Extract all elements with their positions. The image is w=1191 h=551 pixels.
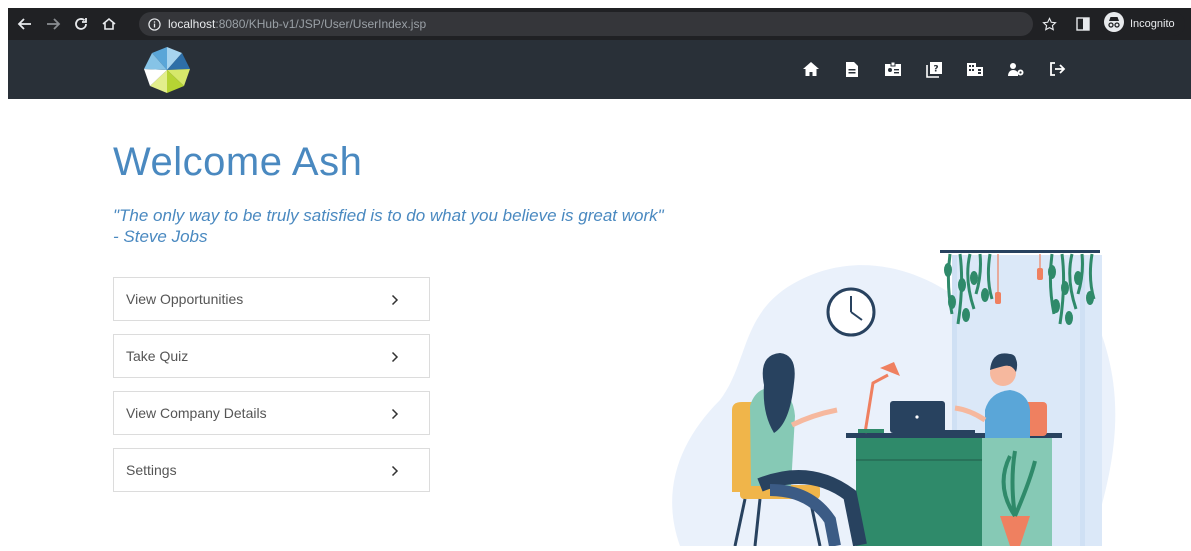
forward-arrow-icon[interactable] [42, 13, 64, 35]
quiz-book-icon[interactable]: ? [923, 58, 945, 80]
welcome-heading: Welcome Ash [113, 140, 363, 184]
id-badge-icon[interactable] [882, 58, 904, 80]
url-host: localhost [168, 17, 216, 31]
quote-block: "The only way to be truly satisfied is t… [113, 205, 664, 247]
quote-text: "The only way to be truly satisfied is t… [113, 206, 664, 225]
document-icon[interactable] [841, 58, 863, 80]
menu-item-label: Settings [126, 462, 177, 478]
svg-text:?: ? [933, 64, 938, 74]
chevron-right-icon [391, 407, 401, 420]
home-icon[interactable] [98, 13, 120, 35]
reload-icon[interactable] [70, 13, 92, 35]
view-company-details-button[interactable]: View Company Details [113, 391, 430, 435]
incognito-icon [1104, 11, 1124, 37]
chevron-right-icon [391, 293, 401, 306]
browser-toolbar: localhost:8080/KHub-v1/JSP/User/UserInde… [8, 8, 1191, 40]
back-arrow-icon[interactable] [14, 13, 36, 35]
menu-item-label: View Opportunities [126, 291, 244, 307]
view-opportunities-button[interactable]: View Opportunities [113, 277, 430, 321]
settings-button[interactable]: Settings [113, 448, 430, 492]
url-text: localhost:8080/KHub-v1/JSP/User/UserInde… [168, 17, 426, 31]
menu-item-label: Take Quiz [126, 348, 189, 364]
incognito-badge[interactable]: Incognito [1100, 11, 1185, 37]
khub-logo[interactable] [142, 47, 192, 93]
quote-author: - Steve Jobs [113, 227, 208, 246]
header-nav: ? [800, 58, 1087, 80]
curtain-rod [940, 250, 1100, 253]
building-icon[interactable] [964, 58, 986, 80]
app-header: ? [8, 40, 1191, 99]
user-gear-icon[interactable] [1005, 58, 1027, 80]
side-panel-icon[interactable] [1072, 13, 1094, 35]
office-illustration [660, 240, 1120, 548]
logout-icon[interactable] [1046, 58, 1068, 80]
action-menu: View Opportunities Take Quiz View Compan… [113, 277, 430, 505]
star-icon[interactable] [1038, 13, 1060, 35]
chevron-right-icon [391, 464, 401, 477]
menu-item-label: View Company Details [126, 405, 267, 421]
incognito-label: Incognito [1130, 18, 1175, 30]
home-icon[interactable] [800, 58, 822, 80]
url-path: :8080/KHub-v1/JSP/User/UserIndex.jsp [215, 17, 427, 31]
address-bar[interactable]: localhost:8080/KHub-v1/JSP/User/UserInde… [139, 12, 1033, 36]
info-icon[interactable] [147, 17, 161, 31]
chevron-right-icon [391, 350, 401, 363]
take-quiz-button[interactable]: Take Quiz [113, 334, 430, 378]
